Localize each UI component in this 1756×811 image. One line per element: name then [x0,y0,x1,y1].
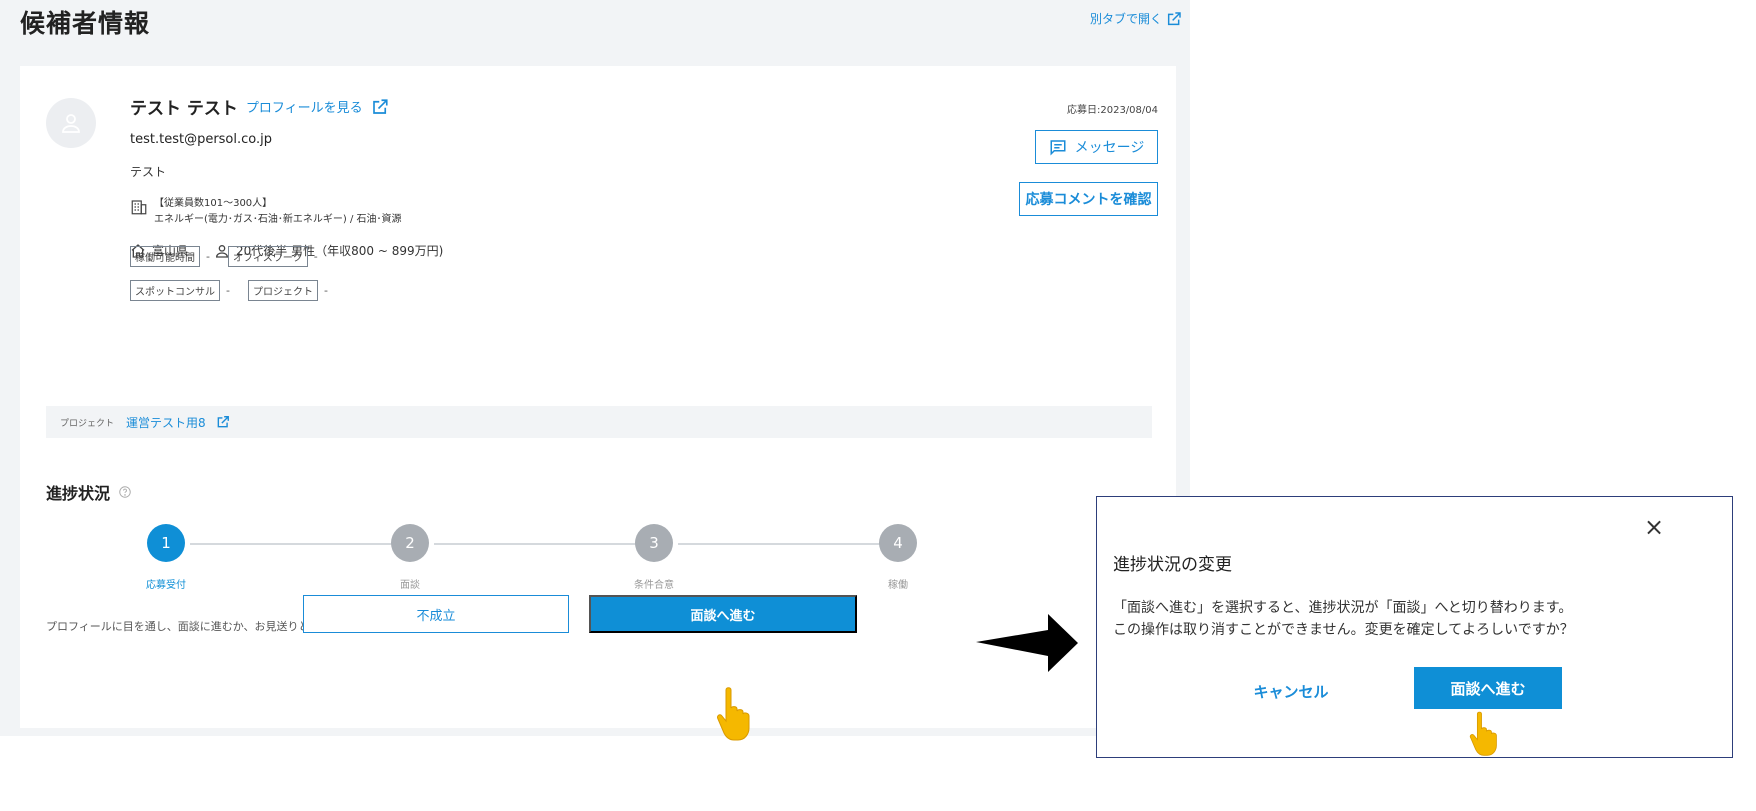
candidate-name: テスト テスト [130,99,238,119]
help-icon[interactable] [118,485,132,499]
tag-available-hours-value: - [206,250,210,263]
tag-project-value: - [323,284,328,297]
tag-project: プロジェクト [247,280,318,301]
message-icon [1050,140,1066,156]
project-link[interactable]: 運営テスト用8 [126,414,230,431]
arrow-right-icon [976,614,1078,672]
step-1-label: 応募受付 [146,580,186,591]
close-icon[interactable]: × [1642,515,1666,539]
status-change-dialog: × 進捗状況の変更 「面談へ進む」を選択すると、進捗状況が「面談」へと切り替わり… [1096,496,1733,758]
candidate-sub-name: テスト [130,165,167,179]
step-2: 2 面談 [370,524,450,591]
tag-spot-consult: スポットコンサル [130,280,220,301]
dialog-message-line-2: この操作は取り消すことができません。変更を確定してよろしいですか？ [1113,622,1574,638]
tag-office-work: オフィスワーク [227,246,308,267]
open-new-tab-link[interactable]: 別タブで開く [1090,10,1182,27]
dialog-message-line-1: 「面談へ進む」を選択すると、進捗状況が「面談」へと切り替わります。 [1113,600,1573,616]
apply-date: 応募日:2023/08/04 [1066,105,1158,116]
step-3-label: 条件合意 [634,580,674,591]
progress-title: 進捗状況 [46,484,111,503]
step-3-number: 3 [635,524,673,562]
company-industry: エネルギー(電力･ガス･石油･新エネルギー) / 石油･資源 [154,214,402,225]
step-4-number: 4 [879,524,917,562]
pointer-hand-icon [712,684,756,742]
tag-available-hours: 稼働可能時間 [130,246,200,267]
view-comment-button[interactable]: 応募コメントを確認 [1019,182,1158,216]
name-row: テスト テスト プロフィールを見る [130,94,389,119]
reject-button[interactable]: 不成立 [303,595,569,633]
external-link-icon [216,415,230,429]
step-2-number: 2 [391,524,429,562]
message-button[interactable]: メッセージ [1035,130,1158,164]
view-profile-label: プロフィールを見る [245,101,363,116]
step-4: 4 稼働 [858,524,938,591]
progress-section-title: 進捗状況 [46,480,132,504]
avatar [46,98,96,148]
pointer-hand-icon [1464,709,1504,757]
tag-office-work-value: - [313,250,318,263]
tag-spot-consult-value: - [226,284,230,297]
step-connector [190,543,394,545]
open-new-tab-label: 別タブで開く [1090,12,1163,26]
step-connector [678,543,882,545]
tag-row-1: 稼働可能時間 - オフィスワーク - [130,246,330,267]
dialog-cancel-button[interactable]: キャンセル [1231,671,1351,711]
dialog-title: 進捗状況の変更 [1113,555,1232,575]
proceed-interview-button[interactable]: 面談へ進む [589,595,857,633]
avatar-icon [62,114,80,133]
building-icon [130,198,148,216]
step-connector [434,543,638,545]
progress-stepper: 1 応募受付 2 面談 3 条件合意 4 稼働 [20,524,1176,594]
view-profile-link[interactable]: プロフィールを見る [246,97,389,116]
dialog-message: 「面談へ進む」を選択すると、進捗状況が「面談」へと切り替わります。 この操作は取… [1113,597,1574,641]
tag-row-2: スポットコンサル - プロジェクト - [130,280,340,301]
external-link-icon [1166,11,1182,27]
step-1-number: 1 [147,524,185,562]
project-bar: プロジェクト 運営テスト用8 [46,406,1152,438]
external-link-icon [371,98,389,116]
step-3: 3 条件合意 [614,524,694,591]
page-title: 候補者情報 [20,9,151,38]
company-info: 【従業員数101～300人】 エネルギー(電力･ガス･石油･新エネルギー) / … [130,196,402,228]
project-name: 運営テスト用8 [126,415,206,430]
message-button-label: メッセージ [1074,140,1145,156]
step-2-label: 面談 [400,580,420,591]
dialog-confirm-button[interactable]: 面談へ進む [1414,667,1562,709]
company-size: 【従業員数101～300人】 [154,198,273,209]
step-1: 1 応募受付 [126,524,206,591]
step-4-label: 稼働 [888,580,908,591]
project-label: プロジェクト [60,418,115,429]
candidate-email: test.test@persol.co.jp [130,132,272,147]
